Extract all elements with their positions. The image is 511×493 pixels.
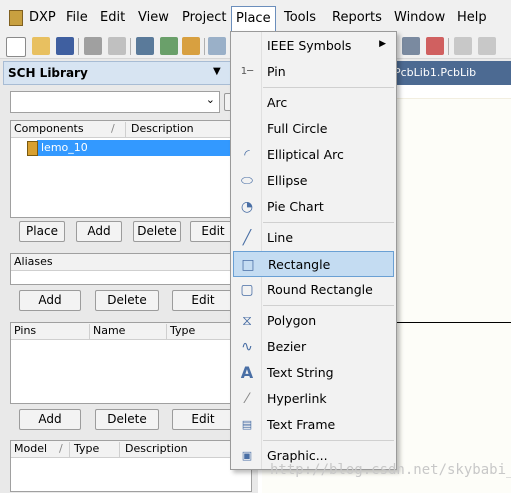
components-column-header: Components / Description xyxy=(11,121,251,138)
print-icon[interactable] xyxy=(84,37,102,55)
model-list[interactable]: Model / Type Description xyxy=(10,440,252,492)
print-preview-icon[interactable] xyxy=(108,37,126,55)
cross-probe-icon[interactable] xyxy=(402,37,420,55)
menu-item-text-string[interactable]: A Text String xyxy=(233,360,394,386)
clear-icon[interactable] xyxy=(426,37,444,55)
polygon-icon: ⧖ xyxy=(242,313,252,329)
new-file-icon[interactable] xyxy=(6,37,26,57)
sort-indicator-icon: / xyxy=(59,442,63,455)
zoom-icon[interactable] xyxy=(208,37,226,55)
panel-menu-arrow-icon[interactable]: ▼ xyxy=(213,66,221,77)
document-tab[interactable]: PcbLib1.PcbLib xyxy=(394,66,476,79)
pins-header[interactable]: Pins xyxy=(14,324,36,337)
rectangle-icon: □ xyxy=(241,257,255,273)
model-header[interactable]: Model xyxy=(14,442,47,455)
delete-alias-button[interactable]: Delete xyxy=(95,290,159,311)
model-type-header[interactable]: Type xyxy=(74,442,99,455)
text-frame-icon: ▤ xyxy=(241,418,253,431)
pin-icon: 1─ xyxy=(240,66,254,77)
canvas-axis-line xyxy=(380,322,511,323)
menu-item-ieee-symbols[interactable]: IEEE Symbols ▶ xyxy=(233,33,394,59)
menu-item-rectangle[interactable]: □ Rectangle xyxy=(233,251,394,277)
model-description-header[interactable]: Description xyxy=(125,442,188,455)
add-alias-button[interactable]: Add xyxy=(19,290,81,311)
pie-chart-icon: ◔ xyxy=(240,199,254,215)
library-filter-combobox[interactable]: ⌄ xyxy=(10,91,220,113)
graphic-icon: ▣ xyxy=(241,449,253,462)
component-row-selected[interactable]: lemo_10 xyxy=(27,140,247,156)
place-menu-dropdown: IEEE Symbols ▶ 1─ Pin Arc Full Circle ◜ … xyxy=(230,31,397,470)
round-rectangle-icon: ▢ xyxy=(240,282,254,298)
menu-item-full-circle[interactable]: Full Circle xyxy=(233,116,394,142)
menu-item-bezier[interactable]: ∿ Bezier xyxy=(233,334,394,360)
pins-list[interactable]: Pins Name Type xyxy=(10,322,252,404)
menu-file[interactable]: File xyxy=(64,9,90,27)
menu-dxp[interactable]: DXP xyxy=(27,9,58,27)
menu-item-line[interactable]: ╱ Line xyxy=(233,225,394,251)
sort-indicator-icon: / xyxy=(111,122,115,135)
panel-title: SCH Library xyxy=(8,66,88,80)
hyperlink-icon: ⁄ xyxy=(245,391,249,407)
undo-icon[interactable] xyxy=(454,37,472,55)
edit-pin-button[interactable]: Edit xyxy=(172,409,234,430)
pin-name-header[interactable]: Name xyxy=(93,324,125,337)
menu-tools[interactable]: Tools xyxy=(282,9,318,27)
menu-item-round-rectangle[interactable]: ▢ Round Rectangle xyxy=(233,277,394,303)
menu-item-pie-chart[interactable]: ◔ Pie Chart xyxy=(233,194,394,220)
library-icon[interactable] xyxy=(182,37,200,55)
line-icon: ╱ xyxy=(242,230,252,246)
component-name: lemo_10 xyxy=(41,141,88,154)
elliptical-arc-icon: ◜ xyxy=(244,147,250,163)
chevron-down-icon[interactable]: ⌄ xyxy=(206,93,215,106)
menu-view[interactable]: View xyxy=(136,9,171,27)
delete-pin-button[interactable]: Delete xyxy=(95,409,159,430)
pin-type-header[interactable]: Type xyxy=(170,324,195,337)
add-pin-button[interactable]: Add xyxy=(19,409,81,430)
layers-icon[interactable] xyxy=(136,37,154,55)
menu-item-arc[interactable]: Arc xyxy=(233,90,394,116)
aliases-list[interactable]: Aliases xyxy=(10,253,252,285)
menu-item-text-frame[interactable]: ▤ Text Frame xyxy=(233,412,394,438)
menu-window[interactable]: Window xyxy=(392,9,447,27)
aliases-header[interactable]: Aliases xyxy=(14,255,53,268)
menu-help[interactable]: Help xyxy=(455,9,489,27)
menu-item-elliptical-arc[interactable]: ◜ Elliptical Arc xyxy=(233,142,394,168)
dxp-logo-icon[interactable] xyxy=(9,10,23,26)
menu-item-hyperlink[interactable]: ⁄ Hyperlink xyxy=(233,386,394,412)
save-icon[interactable] xyxy=(56,37,74,55)
menu-reports[interactable]: Reports xyxy=(330,9,384,27)
open-folder-icon[interactable] xyxy=(32,37,50,55)
sch-library-panel: ⌄ Components / Description lemo_10 Place… xyxy=(3,85,259,493)
menu-project[interactable]: Project xyxy=(180,9,228,27)
components-header[interactable]: Components xyxy=(14,122,84,135)
edit-alias-button[interactable]: Edit xyxy=(172,290,234,311)
menu-edit[interactable]: Edit xyxy=(98,9,127,27)
menu-bar: DXP File Edit View Project Place Tools R… xyxy=(0,0,511,34)
description-header[interactable]: Description xyxy=(131,122,194,135)
submenu-arrow-icon: ▶ xyxy=(379,39,386,49)
sch-library-panel-header: SCH Library ▼ xyxy=(3,61,259,85)
components-list[interactable]: Components / Description lemo_10 xyxy=(10,120,252,218)
menu-item-pin[interactable]: 1─ Pin xyxy=(233,59,394,85)
ellipse-icon: ⬭ xyxy=(241,173,253,189)
component-icon xyxy=(27,141,38,156)
add-component-button[interactable]: Add xyxy=(76,221,122,242)
redo-icon[interactable] xyxy=(478,37,496,55)
text-string-icon: A xyxy=(240,363,254,382)
bezier-icon: ∿ xyxy=(241,339,253,355)
menu-item-ellipse[interactable]: ⬭ Ellipse xyxy=(233,168,394,194)
menu-place[interactable]: Place xyxy=(231,6,276,33)
place-component-button[interactable]: Place xyxy=(19,221,65,242)
watermark-text: http://blog.csdn.net/skybabi_ xyxy=(270,462,511,478)
component-icon[interactable] xyxy=(160,37,178,55)
delete-component-button[interactable]: Delete xyxy=(133,221,181,242)
menu-item-polygon[interactable]: ⧖ Polygon xyxy=(233,308,394,334)
